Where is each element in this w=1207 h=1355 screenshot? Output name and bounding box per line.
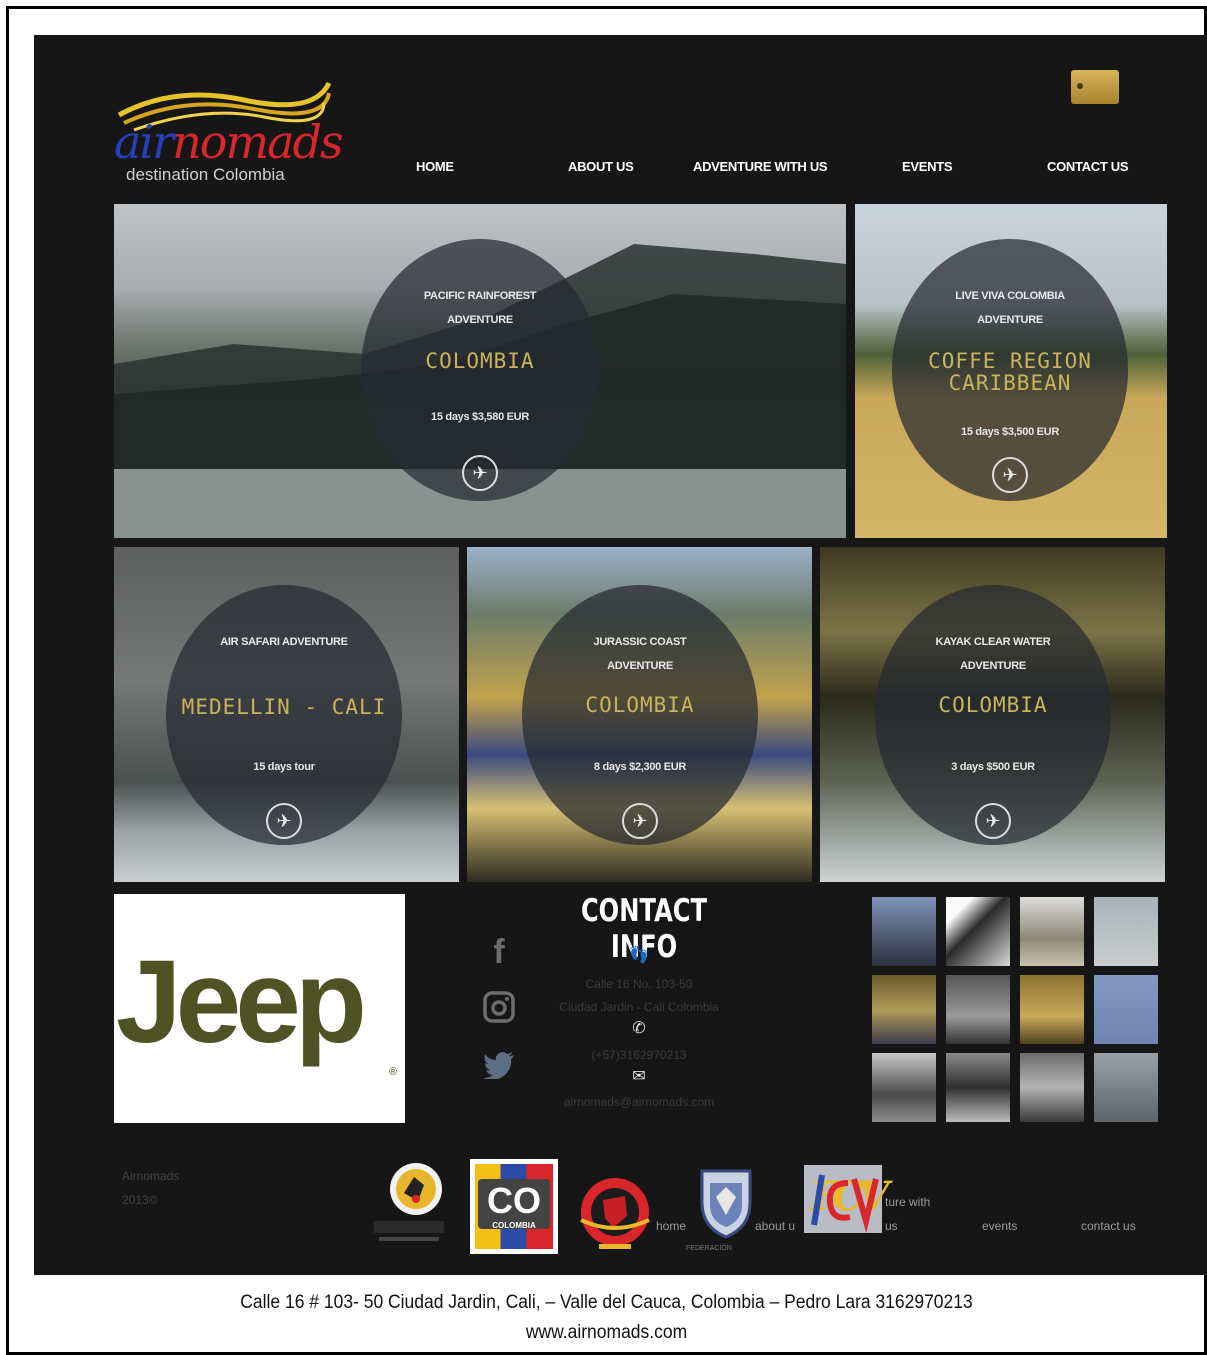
logo-tagline: destination Colombia <box>126 165 285 184</box>
gallery-thumb[interactable] <box>1020 1053 1084 1122</box>
partner-logo-fcv[interactable]: FCV <box>804 1165 889 1233</box>
twitter-icon[interactable] <box>479 1049 519 1088</box>
footer-copyright-1: Airnomads <box>122 1169 180 1183</box>
footer-link-contact[interactable]: contact us <box>1081 1219 1136 1233</box>
gallery-thumb[interactable] <box>946 897 1010 966</box>
tour-destination: COLOMBIA <box>425 349 535 373</box>
tour-price: 15 days tour <box>253 761 315 773</box>
tour-tile-pacific-rainforest[interactable]: PACIFIC RAINFOREST ADVENTURE COLOMBIA 15… <box>114 204 846 538</box>
tour-price: 15 days $3,500 EUR <box>961 426 1059 438</box>
partner-logo-shield[interactable] <box>694 1167 758 1239</box>
footer-link-home[interactable]: home <box>656 1219 686 1233</box>
shield-caption: FEDERACIÓN <box>686 1245 732 1252</box>
registered-mark: ® <box>389 1066 398 1078</box>
gallery-thumb[interactable] <box>872 975 936 1044</box>
footer-link-adventure-2[interactable]: us <box>885 1219 898 1233</box>
gallery-thumb[interactable] <box>1094 897 1158 966</box>
tour-destination: COLOMBIA <box>585 693 695 717</box>
caption-address: Calle 16 # 103- 50 Ciudad Jardin, Cali, … <box>240 1292 973 1313</box>
bird-icon[interactable]: ✈ <box>975 803 1011 839</box>
gallery-thumb[interactable] <box>946 975 1010 1044</box>
tour-tile-air-safari[interactable]: AIR SAFARI ADVENTURE MEDELLIN - CALI 15 … <box>114 547 459 882</box>
partner-logo-olympic[interactable] <box>374 1159 444 1249</box>
gallery-thumb[interactable] <box>1094 1053 1158 1122</box>
footer-copyright-2: 2013© <box>122 1193 158 1207</box>
nav-home[interactable]: HOME <box>416 159 454 174</box>
tour-circle: KAYAK CLEAR WATER ADVENTURE COLOMBIA 3 d… <box>875 585 1111 845</box>
contact-address-1: Calle 16 No. 103-50 <box>585 977 693 991</box>
jeep-sponsor-logo[interactable]: Jeep ® <box>114 894 405 1123</box>
nav-adventure-with-us[interactable]: ADVENTURE WITH US <box>693 159 828 174</box>
contact-address-2: Ciudad Jardin - Cali Colombia <box>559 1000 719 1014</box>
tour-tile-jurassic-coast[interactable]: JURASSIC COAST ADVENTURE COLOMBIA 8 days… <box>467 547 812 882</box>
caption-website[interactable]: www.airnomads.com <box>51 1322 1161 1344</box>
tour-subtitle-2: ADVENTURE <box>960 660 1026 672</box>
footer-link-events[interactable]: events <box>982 1219 1017 1233</box>
bird-icon[interactable]: ✈ <box>462 455 498 491</box>
logo-wordmark: airnomads <box>114 115 344 169</box>
gallery-thumb[interactable] <box>1020 975 1084 1044</box>
airnomads-logo[interactable]: airnomads destination Colombia <box>114 75 344 185</box>
tour-subtitle: AIR SAFARI ADVENTURE <box>220 636 348 648</box>
nav-events[interactable]: EVENTS <box>902 159 953 174</box>
gallery-thumb[interactable] <box>872 897 936 966</box>
nav-contact-us[interactable]: CONTACT US <box>1047 159 1129 174</box>
tour-tile-kayak-clear-water[interactable]: KAYAK CLEAR WATER ADVENTURE COLOMBIA 3 d… <box>820 547 1165 882</box>
photo-gallery <box>872 897 1162 1123</box>
bird-icon[interactable]: ✈ <box>992 457 1028 493</box>
tour-destination: MEDELLIN - CALI <box>181 695 387 719</box>
footer-link-adventure[interactable]: ture with <box>885 1195 930 1209</box>
document-frame: airnomads destination Colombia HOME ABOU… <box>6 6 1207 1355</box>
email-icon: ✉ <box>632 1068 646 1085</box>
website-screenshot: airnomads destination Colombia HOME ABOU… <box>34 35 1207 1275</box>
gallery-thumb[interactable] <box>872 1053 936 1122</box>
tour-circle: AIR SAFARI ADVENTURE MEDELLIN - CALI 15 … <box>166 585 402 845</box>
partner-logo-aviation-wings[interactable] <box>577 1170 653 1256</box>
gallery-thumb[interactable] <box>1020 897 1084 966</box>
logo-air: air <box>114 115 174 169</box>
tour-price: 8 days $2,300 EUR <box>593 761 687 773</box>
tour-destination: COLOMBIA <box>938 693 1048 717</box>
location-icon: 👣 <box>629 947 649 964</box>
contact-email[interactable]: airnomads@airnomads.com <box>514 1095 764 1109</box>
footer-link-about[interactable]: about u <box>755 1219 795 1233</box>
logo-nomads: nomads <box>172 115 343 169</box>
jeep-wordmark: Jeep <box>116 936 367 1068</box>
nav-about-us[interactable]: ABOUT US <box>568 159 634 174</box>
tour-subtitle-2: ADVENTURE <box>607 660 673 672</box>
bird-icon[interactable]: ✈ <box>622 803 658 839</box>
flag-icon <box>1077 83 1083 89</box>
tour-subtitle: PACIFIC RAINFOREST <box>423 290 537 302</box>
tour-price: 3 days $500 EUR <box>951 761 1035 773</box>
partner-logo-colombia-co[interactable]: CO COLOMBIA <box>470 1159 558 1254</box>
tour-tile-live-viva-colombia[interactable]: LIVE VIVA COLOMBIA ADVENTURE COFFE REGIO… <box>855 204 1167 538</box>
tour-subtitle-2: ADVENTURE <box>447 314 513 326</box>
gallery-thumb[interactable] <box>1094 975 1158 1044</box>
tour-circle: JURASSIC COAST ADVENTURE COLOMBIA 8 days… <box>522 585 758 845</box>
facebook-icon[interactable]: f <box>479 933 519 972</box>
language-flag-button[interactable] <box>1071 70 1119 104</box>
co-mark-sub: COLOMBIA <box>492 1221 536 1230</box>
tour-subtitle: KAYAK CLEAR WATER <box>935 636 1051 648</box>
tour-circle: PACIFIC RAINFOREST ADVENTURE COLOMBIA 15… <box>361 239 599 501</box>
tour-price: 15 days $3,580 EUR <box>431 411 529 423</box>
tour-subtitle: LIVE VIVA COLOMBIA <box>955 290 1065 302</box>
tour-destination-2: CARIBBEAN <box>948 371 1072 395</box>
tour-circle: LIVE VIVA COLOMBIA ADVENTURE COFFE REGIO… <box>892 239 1128 501</box>
tour-destination: COFFE REGION <box>928 349 1092 373</box>
bird-icon[interactable]: ✈ <box>266 803 302 839</box>
tour-subtitle: JURASSIC COAST <box>593 636 687 648</box>
instagram-icon[interactable] <box>479 991 519 1032</box>
gallery-thumb[interactable] <box>946 1053 1010 1122</box>
tour-subtitle-2: ADVENTURE <box>977 314 1043 326</box>
phone-icon: ✆ <box>632 1020 646 1037</box>
contact-phone[interactable]: (+57)3162970213 <box>514 1048 764 1062</box>
